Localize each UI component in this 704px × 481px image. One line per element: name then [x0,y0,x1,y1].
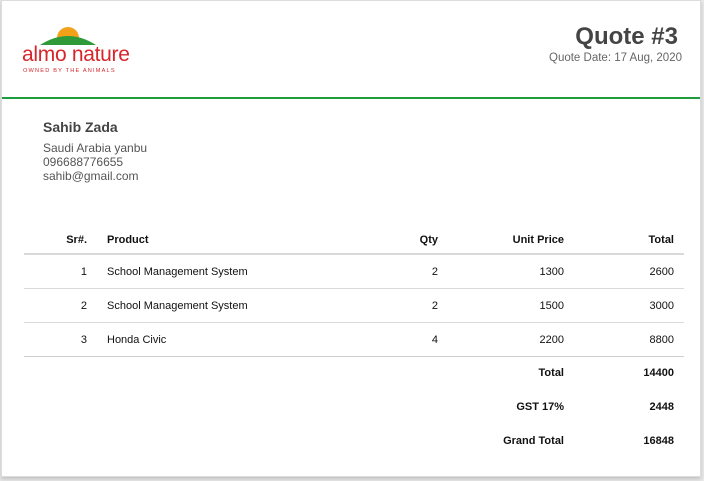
row-unit-price: 2200 [448,322,574,357]
header-total: Total [574,227,684,255]
row-product: School Management System [107,288,378,323]
table-row: 3 Honda Civic 4 2200 8800 [24,322,684,357]
row-product: Honda Civic [107,322,378,357]
customer-phone: 096688776655 [43,155,124,169]
brand-tagline: OWNED BY THE ANIMALS [23,68,116,74]
quote-header: almo nature OWNED BY THE ANIMALS Quote #… [2,1,700,99]
quote-title: Quote #3 [575,23,678,50]
row-sr: 3 [24,322,107,357]
row-unit-price: 1300 [448,254,574,289]
row-qty: 4 [378,322,448,357]
grand-total-value: 16848 [643,435,674,447]
customer-block: Sahib Zada Saudi Arabia yanbu 0966887766… [43,119,147,183]
grand-total-row: Grand Total 16848 [24,424,684,458]
row-sr: 2 [24,288,107,323]
sun-hill-icon [40,27,96,45]
row-total: 8800 [574,322,684,357]
customer-email: sahib@gmail.com [43,169,139,183]
header-unit-price: Unit Price [448,227,574,255]
table-row: 2 School Management System 2 1500 3000 [24,288,684,323]
customer-name: Sahib Zada [43,119,118,135]
header-qty: Qty [378,227,448,255]
row-total: 3000 [574,288,684,323]
table-row: 1 School Management System 2 1300 2600 [24,254,684,289]
totals-table: Total 14400 GST 17% 2448 Grand Total 168… [24,356,684,458]
brand-logo: almo nature OWNED BY THE ANIMALS [22,21,142,77]
gst-label: GST 17% [516,401,564,413]
brand-name: almo nature [22,43,130,66]
grand-total-label: Grand Total [503,435,564,447]
items-table: Sr#. Product Qty Unit Price Total 1 Scho… [24,227,684,357]
quote-document: almo nature OWNED BY THE ANIMALS Quote #… [1,0,701,477]
quote-date: Quote Date: 17 Aug, 2020 [549,52,682,64]
row-total: 2600 [574,254,684,289]
row-product: School Management System [107,254,378,289]
subtotal-label: Total [538,367,564,379]
subtotal-value: 14400 [643,367,674,379]
table-header-row: Sr#. Product Qty Unit Price Total [24,227,684,255]
row-qty: 2 [378,288,448,323]
header-sr: Sr#. [24,227,107,255]
header-product: Product [107,227,378,255]
row-unit-price: 1500 [448,288,574,323]
gst-row: GST 17% 2448 [24,390,684,424]
row-sr: 1 [24,254,107,289]
customer-address: Saudi Arabia yanbu [43,141,148,155]
row-qty: 2 [378,254,448,289]
subtotal-row: Total 14400 [24,356,684,390]
gst-value: 2448 [649,401,674,413]
